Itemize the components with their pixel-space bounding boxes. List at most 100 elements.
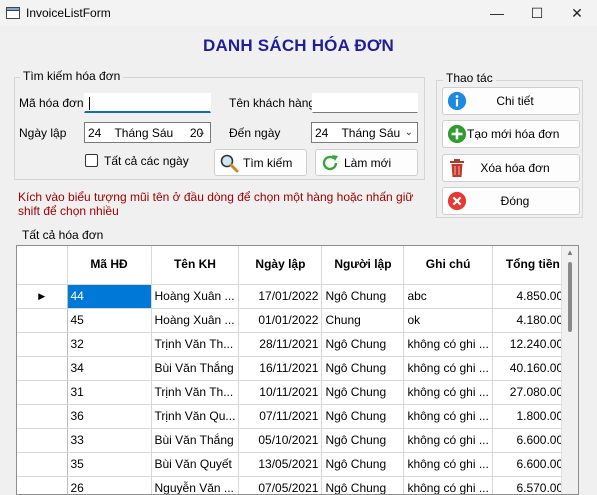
minimize-button[interactable]: — <box>477 0 517 26</box>
all-dates-checkbox[interactable] <box>85 154 98 167</box>
row-header[interactable] <box>17 404 68 429</box>
cell-creator[interactable]: Ngô Chung <box>321 404 405 429</box>
refresh-button[interactable]: Làm mới <box>315 149 418 176</box>
cell-note[interactable]: ok <box>403 308 493 333</box>
table-row[interactable]: 32 Trịnh Văn Th... 28/11/2021 Ngô Chung khôn… <box>17 332 574 357</box>
table-row[interactable]: 35 Bùi Văn Quyết 13/05/2021 Ngô Chung không … <box>17 452 574 477</box>
column-header-customer[interactable]: Tên KH <box>151 246 240 285</box>
title-bar: InvoiceListForm — ☐ ✕ <box>0 0 597 26</box>
row-header[interactable] <box>17 356 68 381</box>
invoice-grid[interactable]: Mã HĐ Tên KH Ngày lập Người lập Ghi chú … <box>16 245 579 495</box>
row-header[interactable]: ▶ <box>17 284 68 309</box>
text-caret <box>89 97 90 110</box>
search-group-label: Tìm kiếm hóa đơn <box>20 69 124 83</box>
cell-id[interactable]: 36 <box>67 404 152 429</box>
cell-date[interactable]: 16/11/2021 <box>238 356 323 381</box>
row-header-corner <box>17 246 68 285</box>
cell-note[interactable]: không có ghi ... <box>403 404 493 429</box>
cell-id[interactable]: 35 <box>67 452 152 477</box>
close-form-button-label: Đóng <box>500 194 530 208</box>
cell-date[interactable]: 01/01/2022 <box>238 308 323 333</box>
cell-note[interactable]: không có ghi ... <box>403 380 493 405</box>
row-header[interactable] <box>17 428 68 453</box>
refresh-button-label: Làm mới <box>344 155 392 170</box>
cell-creator[interactable]: Chung <box>321 308 405 333</box>
cell-note[interactable]: không có ghi ... <box>403 476 493 494</box>
cell-id[interactable]: 32 <box>67 332 152 357</box>
delete-invoice-button[interactable]: Xóa hóa đơn <box>442 154 580 182</box>
row-header[interactable] <box>17 380 68 405</box>
column-header-id[interactable]: Mã HĐ <box>67 246 152 285</box>
table-row[interactable]: 31 Trịnh Văn Th... 10/11/2021 Ngô Chung khôn… <box>17 380 574 405</box>
cell-customer[interactable]: Trịnh Văn Th... <box>151 380 240 405</box>
table-row[interactable]: 36 Trịnh Văn Qu... 07/11/2021 Ngô Chung khôn… <box>17 404 574 429</box>
detail-button[interactable]: Chi tiết <box>442 87 580 115</box>
cell-customer[interactable]: Trịnh Văn Th... <box>151 332 240 357</box>
table-row[interactable]: 26 Nguyễn Văn ... 07/05/2021 Ngô Chung không… <box>17 476 574 494</box>
close-window-button[interactable]: ✕ <box>557 0 597 26</box>
cell-id[interactable]: 33 <box>67 428 152 453</box>
create-invoice-button[interactable]: Tạo mới hóa đơn <box>442 120 580 148</box>
add-icon <box>447 124 467 144</box>
refresh-icon <box>320 153 340 173</box>
cell-id[interactable]: 26 <box>67 476 152 494</box>
cell-creator[interactable]: Ngô Chung <box>321 356 405 381</box>
table-row[interactable]: 34 Bùi Văn Thắng 16/11/2021 Ngô Chung không … <box>17 356 574 381</box>
invoice-id-input[interactable] <box>84 93 211 113</box>
close-form-button[interactable]: Đóng <box>442 187 580 215</box>
cell-date[interactable]: 07/11/2021 <box>238 404 323 429</box>
cell-creator[interactable]: Ngô Chung <box>321 380 405 405</box>
table-row[interactable]: 33 Bùi Văn Thắng 05/10/2021 Ngô Chung không … <box>17 428 574 453</box>
cell-id[interactable]: 34 <box>67 356 152 381</box>
cell-note[interactable]: không có ghi ... <box>403 428 493 453</box>
grid-label: Tất cả hóa đơn <box>22 228 104 242</box>
invoice-id-label: Mã hóa đơn <box>19 96 84 110</box>
cell-date[interactable]: 07/05/2021 <box>238 476 323 494</box>
to-date-picker[interactable]: 24 Tháng Sáu 2022 ⌄ <box>311 122 418 143</box>
scroll-thumb[interactable] <box>568 262 572 332</box>
cell-id[interactable]: 44 <box>67 284 152 309</box>
row-header[interactable] <box>17 332 68 357</box>
cell-creator[interactable]: Ngô Chung <box>321 428 405 453</box>
cell-customer[interactable]: Bùi Văn Quyết <box>151 452 240 477</box>
from-date-picker[interactable]: 24 Tháng Sáu 20 ⌄ <box>84 122 211 143</box>
column-header-date[interactable]: Ngày lập <box>238 246 323 285</box>
cell-note[interactable]: không có ghi ... <box>403 332 493 357</box>
all-dates-label: Tất cả các ngày <box>104 154 189 168</box>
table-row[interactable]: ▶ 44 Hoàng Xuân ... 17/01/2022 Ngô Chung abc 4… <box>17 284 574 309</box>
create-invoice-button-label: Tạo mới hóa đơn <box>467 127 560 141</box>
column-header-note[interactable]: Ghi chú <box>403 246 493 285</box>
cell-date[interactable]: 17/01/2022 <box>238 284 323 309</box>
customer-name-label: Tên khách hàng <box>229 96 316 110</box>
row-header[interactable] <box>17 452 68 477</box>
cell-creator[interactable]: Ngô Chung <box>321 452 405 477</box>
cell-note[interactable]: abc <box>403 284 493 309</box>
cell-date[interactable]: 10/11/2021 <box>238 380 323 405</box>
cell-customer[interactable]: Hoàng Xuân ... <box>151 284 240 309</box>
table-row[interactable]: 45 Hoàng Xuân ... 01/01/2022 Chung ok 4.180.0… <box>17 308 574 333</box>
cell-note[interactable]: không có ghi ... <box>403 356 493 381</box>
row-header[interactable] <box>17 308 68 333</box>
cell-creator[interactable]: Ngô Chung <box>321 284 405 309</box>
cell-id[interactable]: 45 <box>67 308 152 333</box>
cell-id[interactable]: 31 <box>67 380 152 405</box>
cell-customer[interactable]: Hoàng Xuân ... <box>151 308 240 333</box>
cell-note[interactable]: không có ghi ... <box>403 452 493 477</box>
actions-group-label: Thao tác <box>443 71 496 85</box>
column-header-creator[interactable]: Người lập <box>321 246 405 285</box>
chevron-down-icon: ⌄ <box>404 127 413 138</box>
vertical-scrollbar[interactable]: ▲ <box>561 246 578 494</box>
cell-customer[interactable]: Nguyễn Văn ... <box>151 476 240 494</box>
cell-date[interactable]: 13/05/2021 <box>238 452 323 477</box>
cell-creator[interactable]: Ngô Chung <box>321 476 405 494</box>
maximize-button[interactable]: ☐ <box>517 0 557 26</box>
customer-name-input[interactable] <box>312 93 418 113</box>
row-header[interactable] <box>17 476 68 494</box>
cell-date[interactable]: 28/11/2021 <box>238 332 323 357</box>
cell-customer[interactable]: Bùi Văn Thắng <box>151 356 240 381</box>
search-button[interactable]: Tìm kiếm <box>214 149 307 176</box>
cell-date[interactable]: 05/10/2021 <box>238 428 323 453</box>
cell-creator[interactable]: Ngô Chung <box>321 332 405 357</box>
cell-customer[interactable]: Bùi Văn Thắng <box>151 428 240 453</box>
cell-customer[interactable]: Trịnh Văn Qu... <box>151 404 240 429</box>
